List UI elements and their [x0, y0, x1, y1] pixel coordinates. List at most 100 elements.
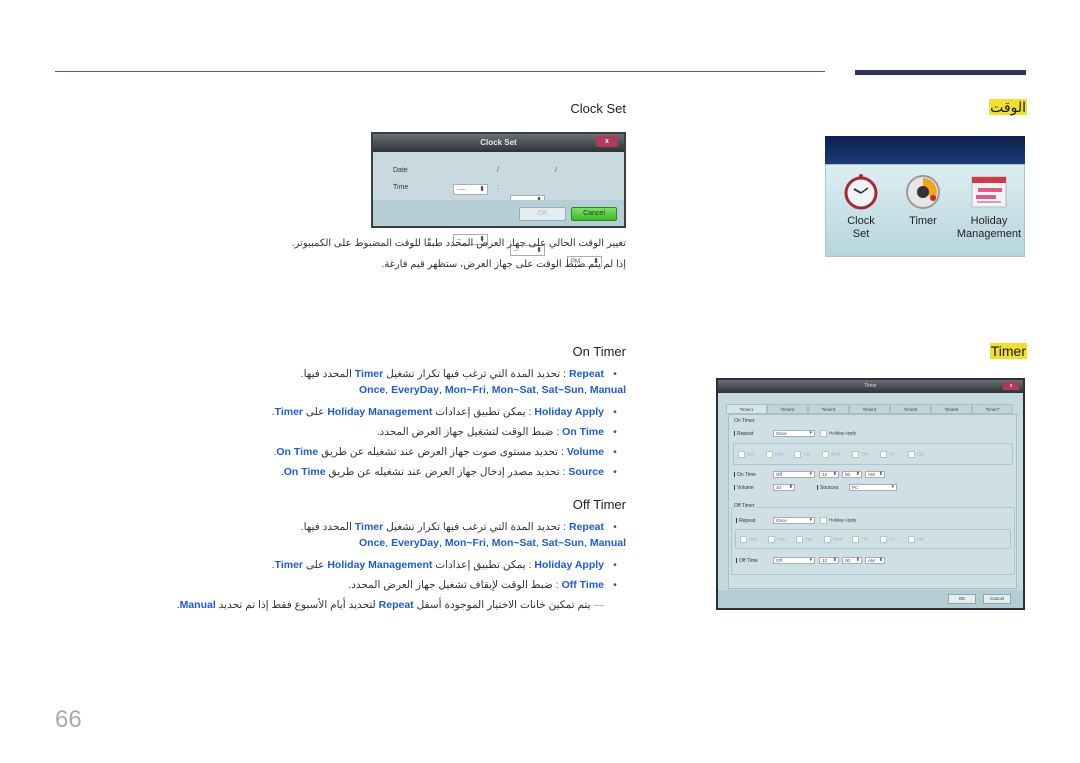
off-days-group: Sun Mon Tue Wed Thu Fri Sat	[735, 529, 1011, 549]
header-accent-bar	[855, 70, 1026, 75]
on-timer-holiday-item: •Holiday Apply : يمكن تطبيق إعدادات Holi…	[271, 406, 617, 418]
option: Sat~Sun	[541, 537, 584, 549]
on-holiday-apply-checkbox[interactable]: Holiday Apply	[820, 430, 856, 437]
timer-dialog-titlebar: Timer x	[718, 380, 1023, 393]
source-label: Sources	[817, 485, 838, 491]
off-timer-note: — يتم تمكين خانات الاختيار الموجودة أسفل…	[177, 595, 604, 615]
timer-tabs: Timer1 Timer2 Timer3 Timer4 Timer5 Timer…	[726, 404, 1013, 414]
time-menu-panel: Clock Set Timer Holiday Management	[825, 136, 1025, 257]
clock-set-dialog: Clock Set x Date Time ---- / -- / -- -- …	[371, 132, 626, 267]
day-checkbox-wed[interactable]: Wed	[824, 536, 842, 543]
keyword: Volume	[566, 446, 604, 458]
menu-item-label-1: Timer	[909, 215, 937, 227]
day-checkbox-wed[interactable]: Wed	[822, 451, 840, 458]
time-separator: :	[497, 184, 499, 191]
text: المحدد فيها.	[300, 521, 355, 533]
on-hour-spinner[interactable]: 12	[819, 471, 839, 478]
day-checkbox-mon[interactable]: Mon	[766, 451, 784, 458]
keyword: Repeat	[378, 599, 414, 611]
text: : تحديد المدة التي ترغب فيها تكرار تشغيل	[383, 368, 569, 380]
day-checkbox-sat[interactable]: Sat	[908, 536, 924, 543]
day-checkbox-mon[interactable]: Mon	[768, 536, 786, 543]
day-checkbox-tue[interactable]: Tue	[794, 451, 811, 458]
tab-timer1[interactable]: Timer1	[726, 404, 767, 414]
keyword: Holiday Apply	[534, 406, 604, 418]
day-checkbox-fri[interactable]: Fri	[880, 536, 894, 543]
off-ampm-spinner[interactable]: AM	[865, 557, 885, 564]
on-minute-spinner[interactable]: 00	[842, 471, 862, 478]
keyword: Holiday Apply	[534, 559, 604, 571]
close-button[interactable]: x	[1003, 382, 1019, 390]
note-dash: —	[593, 599, 605, 611]
on-timer-repeat-options: Once, EveryDay, Mon~Fri, Mon~Sat, Sat~Su…	[358, 384, 626, 396]
menu-item-label-1: Clock	[847, 215, 875, 227]
calendar-icon	[969, 171, 1009, 211]
on-timer-volume-item: •Volume : تحديد مستوى صوت جهاز العرض عند…	[273, 446, 617, 458]
section-heading-timer: Timer	[989, 343, 1027, 361]
year-spinner[interactable]: ----	[453, 184, 488, 195]
timer-dialog: Timer x Timer1 Timer2 Timer3 Timer4 Time…	[716, 378, 1025, 610]
off-repeat-dropdown[interactable]: Once	[773, 517, 815, 524]
on-time-dropdown[interactable]: Off	[773, 471, 815, 478]
off-minute-spinner[interactable]: 00	[842, 557, 862, 564]
day-checkbox-thu[interactable]: Thu	[852, 536, 869, 543]
keyword: Repeat	[568, 521, 604, 533]
clock-set-dialog-titlebar: Clock Set x	[373, 134, 624, 152]
volume-spinner[interactable]: 10	[773, 484, 795, 491]
text: : يمكن تطبيق إعدادات	[432, 559, 535, 571]
day-checkbox-tue[interactable]: Tue	[796, 536, 813, 543]
cancel-button[interactable]: Cancel	[571, 207, 617, 221]
date-label: Date	[393, 167, 408, 174]
on-timer-group-label: On Timer	[734, 418, 755, 424]
keyword: Repeat	[568, 368, 604, 380]
tab-timer7[interactable]: Timer7	[972, 404, 1013, 414]
tab-timer4[interactable]: Timer4	[849, 404, 890, 414]
text: على	[303, 406, 328, 418]
source-dropdown[interactable]: PC	[849, 484, 897, 491]
on-timer-source-item: •Source : تحديد مصدر إدخال جهاز العرض عن…	[280, 466, 617, 478]
text: : تحديد مصدر إدخال جهاز العرض عند تشغيله…	[325, 466, 569, 478]
ok-button[interactable]: OK	[519, 207, 566, 221]
day-checkbox-thu[interactable]: Thu	[852, 451, 869, 458]
day-checkbox-sun[interactable]: Sun	[740, 536, 757, 543]
menu-item-clock-set[interactable]: Clock Set	[830, 171, 892, 241]
off-hour-spinner[interactable]: 12	[819, 557, 839, 564]
keyword: Holiday Management	[327, 406, 433, 418]
menu-body: Clock Set Timer Holiday Management	[825, 164, 1025, 257]
timer-dial-icon	[903, 171, 943, 211]
tab-timer2[interactable]: Timer2	[767, 404, 808, 414]
option: EveryDay	[391, 537, 439, 549]
option: EveryDay	[391, 384, 439, 396]
menu-item-holiday-management[interactable]: Holiday Management	[954, 171, 1024, 241]
option: Mon~Fri	[444, 537, 486, 549]
off-time-dropdown[interactable]: Off	[773, 557, 815, 564]
day-checkbox-sat[interactable]: Sat	[908, 451, 924, 458]
text: يتم تمكين خانات الاختيار الموجودة أسفل	[413, 599, 594, 611]
clock-set-description-1: تغيير الوقت الحالي على جهاز العرض المحدد…	[291, 238, 626, 249]
ok-button[interactable]: OK	[948, 594, 976, 604]
day-checkbox-fri[interactable]: Fri	[880, 451, 894, 458]
off-holiday-apply-checkbox[interactable]: Holiday Apply	[820, 517, 856, 524]
on-repeat-dropdown[interactable]: Once	[773, 430, 815, 437]
tab-timer6[interactable]: Timer6	[931, 404, 972, 414]
text: : يمكن تطبيق إعدادات	[432, 406, 535, 418]
off-timer-offtime-item: •Off Time : ضبط الوقت لإيقاف تشغيل جهاز …	[348, 579, 617, 591]
text: المحدد فيها.	[300, 368, 355, 380]
on-time-label: On Time	[734, 472, 756, 478]
text: : تحديد مستوى صوت جهاز العرض عند تشغيله …	[318, 446, 567, 458]
day-checkbox-sun[interactable]: Sun	[738, 451, 755, 458]
cancel-button[interactable]: Cancel	[983, 594, 1011, 604]
off-timer-group-label: Off Timer	[734, 503, 757, 509]
on-ampm-spinner[interactable]: AM	[865, 471, 885, 478]
alarm-clock-icon	[841, 171, 881, 211]
page-number: 66	[55, 706, 82, 733]
on-timer-title: On Timer	[572, 344, 626, 359]
option: Sat~Sun	[541, 384, 584, 396]
text: : ضبط الوقت لتشغيل جهاز العرض المحدد.	[376, 426, 563, 438]
tab-timer3[interactable]: Timer3	[808, 404, 849, 414]
keyword: Source	[568, 466, 604, 478]
close-button[interactable]: x	[596, 136, 618, 147]
menu-item-timer[interactable]: Timer	[892, 171, 954, 228]
keyword: Timer	[274, 559, 303, 571]
tab-timer5[interactable]: Timer5	[890, 404, 931, 414]
